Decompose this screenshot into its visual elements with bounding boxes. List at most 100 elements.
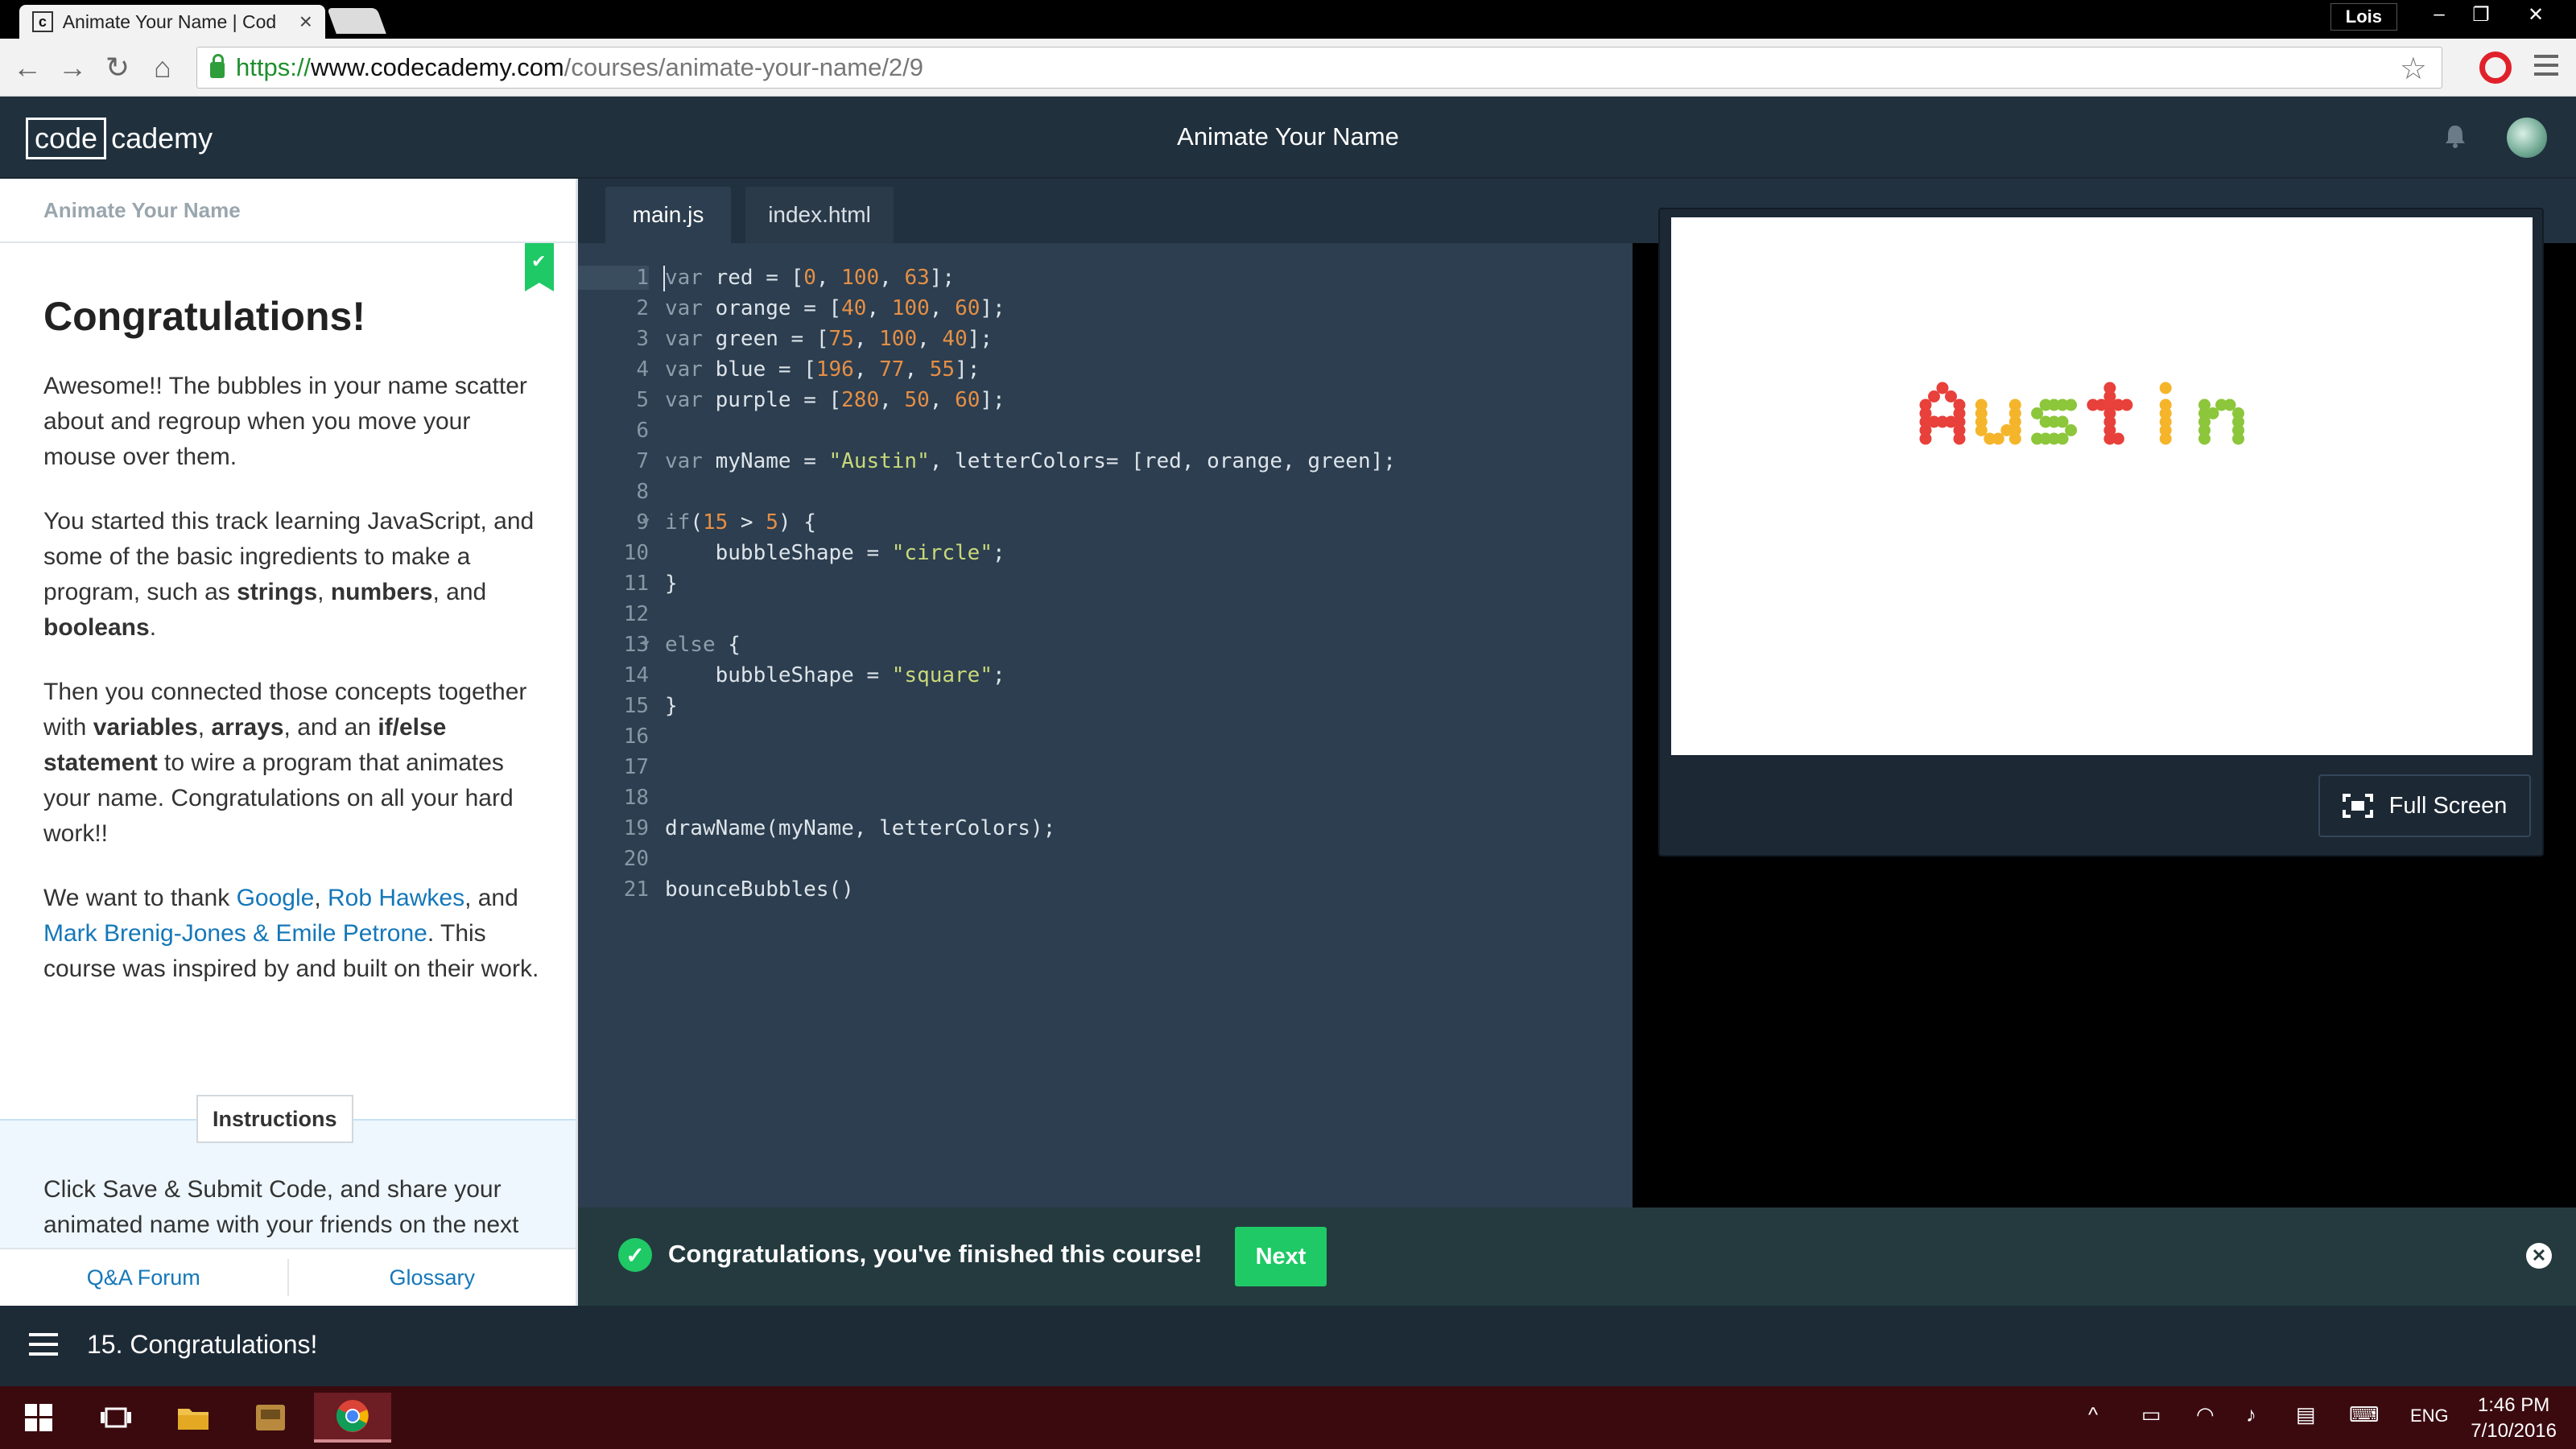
code-token: { xyxy=(715,633,741,657)
fold-arrow-icon[interactable]: ▼ xyxy=(642,515,649,528)
close-tab-icon[interactable]: × xyxy=(299,9,312,35)
task-view-icon[interactable] xyxy=(77,1393,155,1443)
paragraph-text: Awesome!! The bubbles in your name scatt… xyxy=(43,373,527,470)
name-bubble[interactable] xyxy=(2120,398,2133,411)
fullscreen-button[interactable]: Full Screen xyxy=(2318,774,2531,837)
file-explorer-icon[interactable] xyxy=(155,1393,232,1443)
name-bubble[interactable] xyxy=(2112,432,2124,445)
preview-pane: Full Screen xyxy=(1658,208,2544,857)
chrome-icon[interactable] xyxy=(314,1393,391,1443)
minimize-icon[interactable]: – xyxy=(2418,0,2460,29)
volume-icon[interactable]: ♪ xyxy=(2246,1402,2256,1427)
extension-icon[interactable] xyxy=(2479,52,2512,84)
app-icon[interactable] xyxy=(232,1393,309,1443)
wifi-icon[interactable]: ◠ xyxy=(2196,1402,2215,1427)
link-google[interactable]: Google xyxy=(237,885,315,911)
course-nav-bar: 15. Congratulations! xyxy=(0,1306,2576,1386)
code-token: , xyxy=(853,327,880,351)
line-number: 14 xyxy=(623,663,649,687)
code-token: ; xyxy=(993,541,1005,565)
name-bubble[interactable] xyxy=(2056,432,2069,445)
user-avatar[interactable] xyxy=(2507,118,2547,158)
glossary-link[interactable]: Glossary xyxy=(289,1265,576,1290)
paragraph-text: . xyxy=(149,614,157,641)
paragraph-text: We want to thank xyxy=(43,885,237,911)
course-title: Animate Your Name xyxy=(1177,122,1399,151)
instructions-tab[interactable]: Instructions xyxy=(196,1095,353,1143)
forward-icon[interactable]: → xyxy=(55,50,90,85)
next-button[interactable]: Next xyxy=(1235,1227,1327,1286)
code-editor[interactable]: 1 2 3 4 5 6 7 8 9 10 11 12 13 14 15 16 1… xyxy=(578,243,1633,1208)
browser-tab[interactable]: c Animate Your Name | Cod × xyxy=(19,5,325,39)
line-number: 19 xyxy=(623,816,649,840)
tab-main-js[interactable]: main.js xyxy=(605,187,731,243)
string-literal: "square" xyxy=(891,663,993,687)
number-literal: 280 xyxy=(841,388,880,412)
lesson-heading: Congratulations! xyxy=(43,294,365,339)
code-token: , xyxy=(866,296,892,320)
browser-menu-icon[interactable] xyxy=(2534,55,2558,79)
new-tab-button[interactable] xyxy=(327,8,386,34)
windows-start-icon[interactable] xyxy=(0,1393,77,1443)
preview-canvas[interactable] xyxy=(1671,217,2533,755)
number-literal: 50 xyxy=(904,388,930,412)
home-icon[interactable]: ⌂ xyxy=(145,50,180,85)
line-number: 13 xyxy=(623,633,649,657)
keyword: var xyxy=(665,449,703,473)
code-line: } xyxy=(665,694,678,718)
name-bubble[interactable] xyxy=(2159,382,2172,394)
name-bubble[interactable] xyxy=(2008,432,2021,445)
code-token: ]; xyxy=(929,266,956,290)
line-number: 18 xyxy=(623,786,649,810)
battery-icon[interactable]: ▭ xyxy=(2141,1402,2161,1427)
notification-bell-icon[interactable] xyxy=(2444,124,2467,148)
reload-icon[interactable]: ↻ xyxy=(100,50,135,85)
line-number: 7 xyxy=(636,449,649,473)
link-rob-hawkes[interactable]: Rob Hawkes xyxy=(328,885,464,911)
fold-arrow-icon[interactable]: ▼ xyxy=(642,638,649,650)
code-token: green = [ xyxy=(702,327,829,351)
menu-icon[interactable] xyxy=(29,1333,58,1357)
lesson-paragraph: You started this track learning JavaScri… xyxy=(43,504,543,646)
name-bubble[interactable] xyxy=(1992,432,2004,445)
link-brenig-jones-petrone[interactable]: Mark Brenig-Jones & Emile Petrone xyxy=(43,920,427,947)
line-number: 10 xyxy=(623,541,649,565)
tab-index-html[interactable]: index.html xyxy=(745,187,894,243)
paragraph-text: , and an xyxy=(283,714,378,741)
show-hidden-icons-icon[interactable]: ^ xyxy=(2088,1402,2098,1427)
name-bubble[interactable] xyxy=(2232,432,2244,445)
address-bar[interactable]: https:// www.codecademy.com /courses/ani… xyxy=(196,47,2442,89)
lesson-panel: Animate Your Name ✔ Congratulations! Awe… xyxy=(0,179,578,1306)
line-number: 1 xyxy=(578,266,649,290)
language-indicator[interactable]: ENG xyxy=(2410,1406,2449,1426)
name-bubble[interactable] xyxy=(1953,432,1966,445)
code-token: purple = [ xyxy=(702,388,842,412)
number-literal: 55 xyxy=(929,357,956,382)
back-icon[interactable]: ← xyxy=(10,50,45,85)
bookmark-star-icon[interactable]: ☆ xyxy=(2400,51,2427,87)
animated-name-bubbles[interactable] xyxy=(1671,217,2533,755)
close-banner-icon[interactable]: ✕ xyxy=(2526,1243,2552,1269)
code-token: , xyxy=(929,388,956,412)
line-number: 2 xyxy=(636,296,649,320)
name-bubble[interactable] xyxy=(2159,432,2172,445)
line-number: 8 xyxy=(636,480,649,504)
profile-button[interactable]: Lois xyxy=(2330,3,2397,31)
url-scheme: https:// xyxy=(236,53,312,81)
paragraph-text: , xyxy=(197,714,212,741)
close-window-icon[interactable]: ✕ xyxy=(2512,0,2560,29)
name-bubble[interactable] xyxy=(2198,432,2211,445)
name-bubble[interactable] xyxy=(1919,432,1932,445)
restore-icon[interactable]: ❐ xyxy=(2460,0,2502,29)
number-literal: 77 xyxy=(879,357,905,382)
code-token: , xyxy=(917,327,943,351)
name-bubble[interactable] xyxy=(2065,398,2078,411)
tab-title: Animate Your Name | Cod xyxy=(62,10,277,32)
qa-forum-link[interactable]: Q&A Forum xyxy=(0,1265,287,1290)
keyboard-icon[interactable]: ⌨ xyxy=(2349,1402,2380,1427)
keyword: var xyxy=(665,357,703,382)
action-center-icon[interactable]: ▤ xyxy=(2296,1402,2316,1427)
number-literal: 100 xyxy=(891,296,930,320)
current-lesson-label[interactable]: 15. Congratulations! xyxy=(87,1330,317,1360)
system-clock[interactable]: 1:46 PM 7/10/2016 xyxy=(2471,1393,2557,1444)
